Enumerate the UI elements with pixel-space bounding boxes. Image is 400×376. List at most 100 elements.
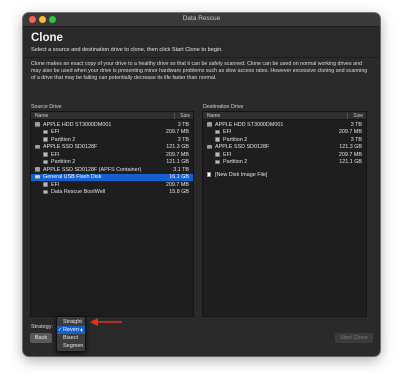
source-row-partition-2[interactable]: Partition 2 121.1 GB: [31, 159, 193, 167]
divider: [23, 57, 380, 58]
volume-icon: [43, 137, 48, 142]
partition-size: 121.1 GB: [166, 159, 189, 166]
partition-name: EFI: [51, 129, 60, 136]
page-title: Clone: [31, 32, 63, 44]
partition-name: Partition 2: [51, 159, 76, 166]
destination-row-apple-hdd[interactable]: APPLE HDD ST3000DM001 3 TB: [203, 121, 366, 129]
source-row-apple-hdd[interactable]: APPLE HDD ST3000DM001 3 TB: [31, 121, 193, 129]
destination-row-efi[interactable]: EFI 209.7 MB: [203, 129, 366, 137]
destination-drive-label: Destination Drive: [203, 104, 244, 110]
strategy-option-straight[interactable]: Straight: [57, 318, 85, 326]
drive-name: APPLE SSD SD0128F (APFS Container): [43, 166, 142, 173]
hard-drive-icon: [35, 144, 40, 150]
strategy-label: Strategy:: [31, 324, 54, 330]
strategy-option-bisect[interactable]: Bisect: [57, 334, 85, 342]
source-row-efi[interactable]: EFI 209.7 MB: [31, 151, 193, 159]
back-button[interactable]: Back: [30, 333, 52, 343]
column-separator: [347, 113, 348, 119]
app-window: Data Rescue Clone Select a source and de…: [23, 13, 380, 356]
volume-icon: [43, 152, 48, 157]
volume-icon: [43, 182, 48, 187]
source-row-bootwell[interactable]: Data Rescue BootWell 15.8 GB: [31, 189, 193, 197]
partition-size: 3 TB: [350, 136, 362, 143]
drive-name: APPLE HDD ST3000DM001: [43, 121, 112, 128]
source-row-apfs-container[interactable]: APPLE SSD SD0128F (APFS Container) 3.1 T…: [31, 166, 193, 174]
volume-icon: [215, 159, 220, 165]
partition-size: 15.8 GB: [169, 189, 189, 196]
page-subtitle: Select a source and destination drive to…: [31, 47, 223, 53]
usb-drive-icon: [35, 174, 40, 180]
source-drive-list[interactable]: Name Size APPLE HDD ST3000DM001 3 TB EFI…: [30, 111, 194, 317]
strategy-option-segment[interactable]: Segmen: [57, 342, 85, 350]
source-row-partition-2[interactable]: Partition 2 3 TB: [31, 136, 193, 144]
volume-icon: [43, 189, 48, 195]
volume-icon: [215, 129, 220, 135]
option-label: Straight: [63, 319, 82, 325]
destination-row-partition-2[interactable]: Partition 2 121.1 GB: [203, 159, 366, 167]
drive-name: APPLE SSD SD0128F: [43, 144, 98, 151]
hard-drive-icon: [207, 122, 212, 127]
option-label: Segmen: [63, 343, 84, 349]
checkmark-icon: ✓: [58, 327, 63, 333]
source-row-efi[interactable]: EFI 209.7 MB: [31, 181, 193, 189]
partition-size: 209.7 MB: [165, 181, 189, 188]
drive-name: General USB Flash Disk: [43, 174, 102, 181]
drive-size: 3.1 TB: [173, 166, 189, 173]
hard-drive-icon: [35, 122, 40, 127]
drive-size: 121.3 GB: [339, 144, 362, 151]
name-column-header[interactable]: Name: [207, 113, 220, 119]
partition-size: 209.7 MB: [165, 151, 189, 158]
name-column-header[interactable]: Name: [35, 113, 48, 119]
source-row-apple-ssd[interactable]: APPLE SSD SD0128F 121.3 GB: [31, 144, 193, 152]
drive-size: 3 TB: [177, 121, 189, 128]
size-column-header[interactable]: Size: [353, 113, 363, 119]
partition-size: 121.1 GB: [339, 159, 362, 166]
clone-description: Clone makes an exact copy of your drive …: [31, 61, 368, 82]
size-column-header[interactable]: Size: [180, 113, 190, 119]
strategy-option-reverse[interactable]: ✓ Reverse ▲ ▼: [57, 326, 85, 334]
partition-size: 209.7 MB: [165, 129, 189, 136]
partition-name: EFI: [51, 181, 60, 188]
partition-size: 209.7 MB: [338, 129, 362, 136]
partition-name: Partition 2: [51, 136, 76, 143]
drive-size: 121.3 GB: [166, 144, 189, 151]
partition-name: Partition 2: [223, 159, 248, 166]
destination-row-apple-ssd[interactable]: APPLE SSD SD0128F 121.3 GB: [203, 144, 366, 152]
partition-name: EFI: [223, 151, 232, 158]
volume-icon: [215, 137, 220, 142]
new-disk-image-label: [New Disk Image File]: [215, 171, 268, 178]
annotation-arrow-icon: [90, 318, 122, 326]
drive-name: APPLE SSD SD0128F: [215, 144, 270, 151]
partition-size: 209.7 MB: [338, 151, 362, 158]
destination-column-header: Name Size: [203, 112, 366, 120]
popup-arrows-icon: ▲ ▼: [79, 326, 84, 333]
hard-drive-icon: [35, 167, 40, 172]
drive-name: APPLE HDD ST3000DM001: [215, 121, 284, 128]
title-bar: Data Rescue: [23, 13, 380, 27]
option-label: Bisect: [63, 335, 78, 341]
drive-size: 3 TB: [350, 121, 362, 128]
destination-row-new-disk-image[interactable]: [New Disk Image File]: [203, 171, 366, 179]
strategy-popup-menu[interactable]: Straight ✓ Reverse ▲ ▼ Bisect Segmen: [56, 316, 86, 352]
destination-drive-list[interactable]: Name Size APPLE HDD ST3000DM001 3 TB EFI…: [202, 111, 367, 317]
partition-name: Partition 2: [223, 136, 248, 143]
source-row-usb-flash-disk[interactable]: General USB Flash Disk 16.1 GB: [31, 173, 193, 181]
window-title: Data Rescue: [182, 15, 221, 22]
start-clone-button[interactable]: Start Clone: [335, 333, 373, 343]
source-drive-label: Source Drive: [31, 104, 62, 110]
volume-icon: [43, 129, 48, 135]
document-icon: [207, 172, 211, 178]
destination-row-partition-2[interactable]: Partition 2 3 TB: [203, 136, 366, 144]
source-row-efi[interactable]: EFI 209.7 MB: [31, 129, 193, 137]
drive-size: 16.1 GB: [169, 174, 189, 181]
partition-size: 3 TB: [177, 136, 189, 143]
source-column-header: Name Size: [31, 112, 193, 120]
column-separator: [174, 113, 175, 119]
volume-icon: [215, 152, 220, 157]
volume-icon: [43, 159, 48, 165]
destination-row-efi[interactable]: EFI 209.7 MB: [203, 151, 366, 159]
hard-drive-icon: [207, 144, 212, 150]
partition-name: Data Rescue BootWell: [51, 189, 106, 196]
partition-name: EFI: [51, 151, 60, 158]
partition-name: EFI: [223, 129, 232, 136]
